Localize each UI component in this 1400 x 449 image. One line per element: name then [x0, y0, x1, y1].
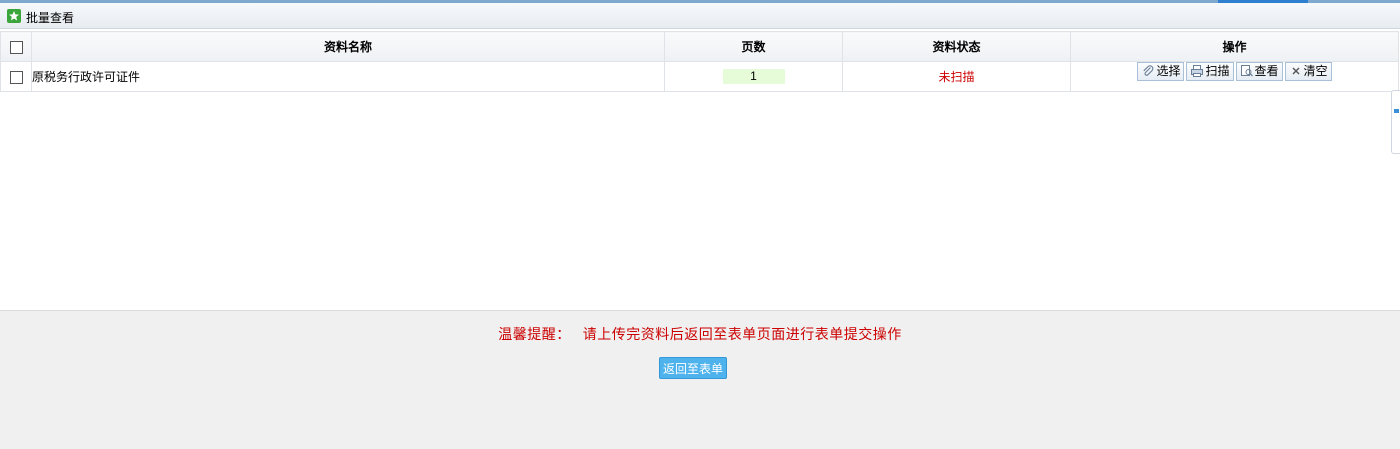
scan-button-label: 扫描	[1205, 64, 1230, 78]
side-drawer-tab[interactable]	[1391, 90, 1400, 154]
clear-button-label: 清空	[1303, 64, 1328, 78]
row-checkbox-cell	[0, 61, 32, 92]
select-all-cell	[0, 31, 32, 62]
page-count: 1	[722, 69, 785, 84]
scanner-icon	[1190, 64, 1204, 78]
materials-table: 资料名称 页数 资料状态 操作 原税务行政许可证件 1 未扫描 选择 扫描 查看…	[0, 31, 1399, 92]
select-button-label: 选择	[1156, 64, 1181, 78]
magnifier-document-icon	[1240, 64, 1254, 78]
panel-header: 批量查看	[0, 3, 1400, 29]
reminder-label: 温馨提醒：	[498, 326, 571, 342]
star-icon	[7, 9, 21, 23]
return-to-form-button[interactable]: 返回至表单	[659, 357, 727, 379]
material-name: 原税务行政许可证件	[31, 61, 665, 92]
select-all-checkbox[interactable]	[9, 40, 23, 54]
column-header-status: 资料状态	[842, 31, 1071, 62]
table-row: 原税务行政许可证件 1 未扫描 选择 扫描 查看 清空	[0, 61, 1399, 92]
view-button[interactable]: 查看	[1235, 62, 1283, 81]
side-tab-marker	[1394, 109, 1399, 113]
row-checkbox[interactable]	[9, 70, 23, 84]
clear-button[interactable]: 清空	[1284, 62, 1332, 81]
reminder-message: 温馨提醒： 请上传完资料后返回至表单页面进行表单提交操作	[0, 324, 1400, 344]
scan-button[interactable]: 扫描	[1186, 62, 1234, 81]
column-header-pages: 页数	[664, 31, 843, 62]
table-header-row: 资料名称 页数 资料状态 操作	[0, 31, 1399, 62]
status-badge: 未扫描	[842, 61, 1071, 92]
column-header-actions: 操作	[1070, 31, 1399, 62]
select-button[interactable]: 选择	[1137, 62, 1185, 81]
view-button-label: 查看	[1254, 64, 1279, 78]
close-icon	[1289, 64, 1303, 78]
page-count-cell: 1	[664, 61, 843, 92]
data-panel: 资料名称 页数 资料状态 操作 原税务行政许可证件 1 未扫描 选择 扫描 查看…	[0, 29, 1400, 311]
page-title: 批量查看	[26, 11, 75, 25]
column-header-name: 资料名称	[31, 31, 665, 62]
paperclip-icon	[1141, 64, 1155, 78]
actions-cell: 选择 扫描 查看 清空	[1070, 61, 1399, 92]
reminder-text: 请上传完资料后返回至表单页面进行表单提交操作	[582, 326, 902, 342]
